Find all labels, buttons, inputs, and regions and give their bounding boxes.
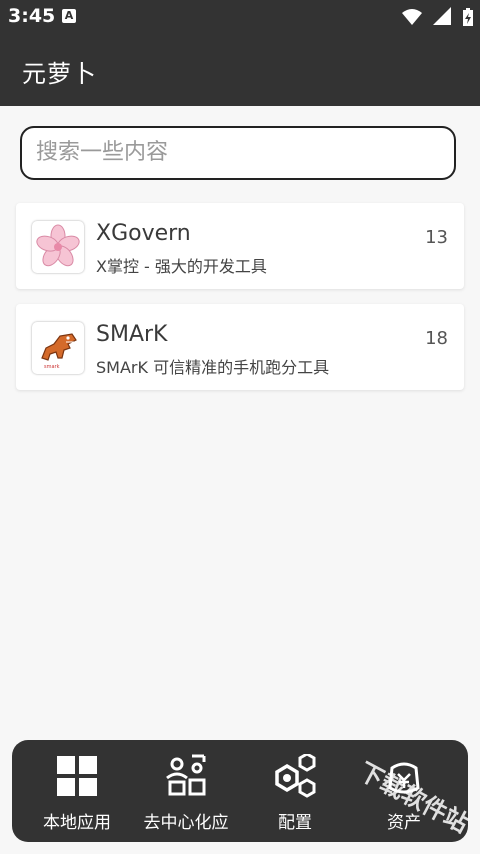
app-title: SMArK	[96, 322, 168, 347]
signal-icon	[432, 7, 451, 25]
hexagon-nodes-icon	[275, 754, 316, 798]
svg-text:smark: smark	[44, 364, 60, 370]
nav-label: 本地应用	[43, 813, 111, 833]
status-bar: 3:45 A	[0, 0, 480, 34]
status-time: 3:45	[8, 5, 56, 27]
bottom-nav: 本地应用 去中心化应 配置 资产	[12, 740, 468, 842]
battery-icon	[463, 8, 473, 26]
grid-icon	[57, 756, 97, 796]
notification-icon: A	[62, 9, 76, 23]
dinosaur-icon: smark	[32, 322, 84, 374]
page-title: 元萝卜	[22, 60, 97, 88]
nav-label: 资产	[387, 813, 421, 833]
search-input[interactable]	[34, 139, 438, 166]
nav-item-local-apps[interactable]: 本地应用	[22, 740, 132, 842]
app-bar: 元萝卜	[0, 34, 480, 106]
nav-item-config[interactable]: 配置	[240, 740, 350, 842]
app-description: X掌控 - 强大的开发工具	[96, 257, 267, 276]
decentralized-icon	[166, 754, 206, 796]
status-indicators	[396, 7, 474, 27]
nav-label: 配置	[278, 813, 312, 833]
app-card-smark[interactable]: smark SMArK SMArK 可信精准的手机跑分工具 18	[16, 304, 464, 390]
nav-item-assets[interactable]: 资产	[349, 740, 459, 842]
asset-icon	[388, 762, 420, 794]
wifi-icon	[401, 9, 422, 25]
nav-item-decentralized[interactable]: 去中心化应	[131, 740, 241, 842]
app-count: 18	[425, 328, 448, 349]
app-description: SMArK 可信精准的手机跑分工具	[96, 358, 330, 377]
sakura-icon	[32, 221, 84, 273]
nav-label: 去中心化应	[143, 813, 229, 833]
app-card-xgovern[interactable]: XGovern X掌控 - 强大的开发工具 13	[16, 203, 464, 289]
app-count: 13	[425, 227, 448, 248]
app-title: XGovern	[96, 221, 191, 246]
search-box[interactable]	[20, 126, 456, 180]
